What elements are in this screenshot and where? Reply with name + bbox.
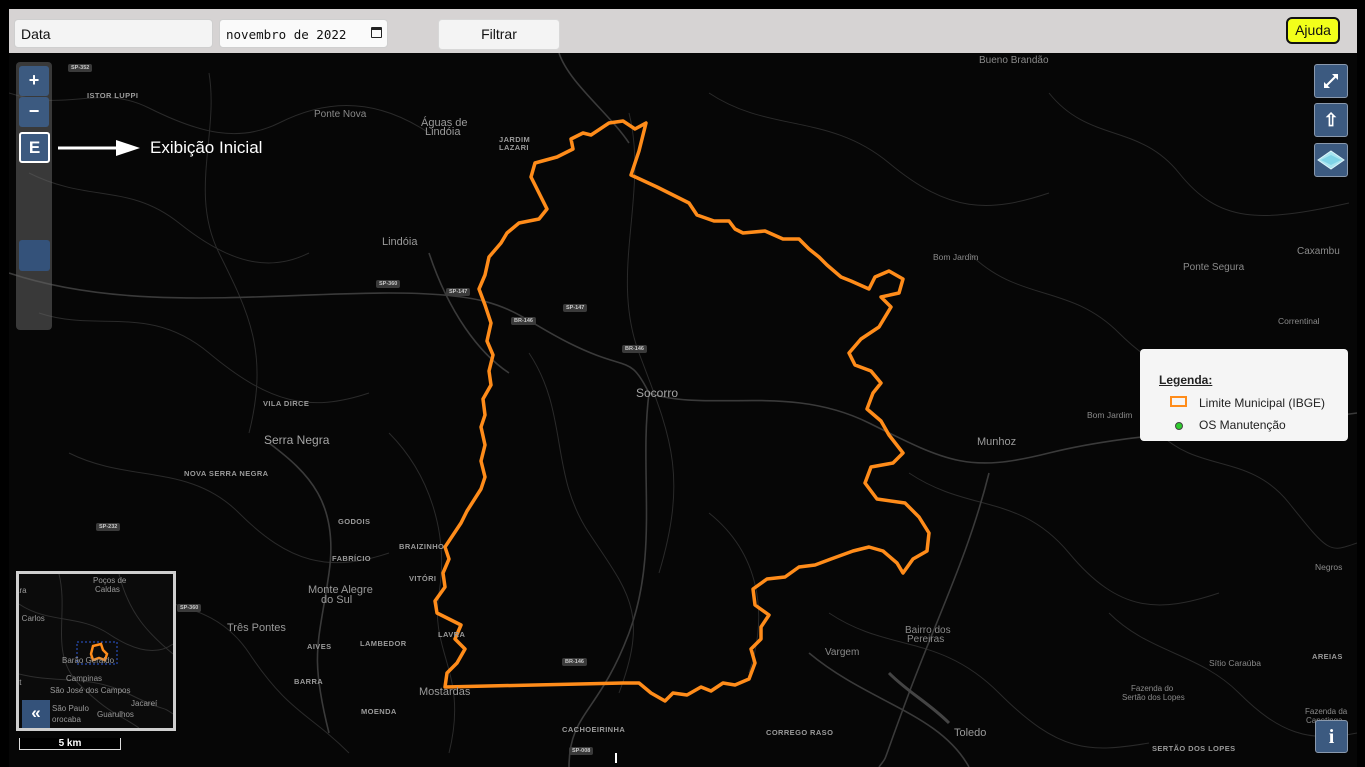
legend-label: Limite Municipal (IBGE) [1199, 396, 1326, 410]
place-label: Bom Jardim [1087, 410, 1133, 420]
legend-item: Limite Municipal (IBGE) [1159, 396, 1348, 418]
filter-button[interactable]: Filtrar [438, 19, 560, 50]
place-label: GODOIS [338, 517, 371, 526]
place-label: Munhoz [977, 436, 1017, 448]
place-label: Ponte Segura [1183, 262, 1245, 273]
zoom-slider-handle[interactable] [19, 240, 50, 271]
place-label: AREIAS [1312, 652, 1343, 661]
place-label: Lindóia [382, 236, 418, 248]
municipal-boundary[interactable] [433, 119, 931, 703]
road-shield: SP-147 [446, 288, 471, 296]
date-label-field[interactable]: Data [14, 19, 213, 48]
legend-title: Legenda: [1159, 373, 1213, 387]
zoom-out-button[interactable]: − [19, 97, 49, 127]
previous-extent-button[interactable]: ⇧ [1314, 103, 1348, 137]
info-button[interactable]: i [1315, 720, 1348, 753]
place-label: CORREGO RASO [766, 728, 834, 737]
road-shield: BR-146 [511, 317, 536, 325]
road-shield: SP-232 [96, 523, 121, 531]
road-shield: SP-352 [68, 64, 93, 72]
place-label: do Sul [321, 594, 353, 606]
overview-place-label: Guarulhos [97, 710, 134, 719]
place-label: BARRA [294, 677, 324, 686]
green-dot-icon [1175, 422, 1183, 430]
legend-item: OS Manutenção [1159, 418, 1348, 440]
legend-panel: Legenda: Limite Municipal (IBGE) OS Manu… [1140, 349, 1348, 441]
arrow-right-icon [58, 140, 140, 156]
place-label: CACHOEIRINHA [562, 725, 626, 734]
layers-icon [1317, 150, 1345, 170]
cursor-marker [615, 753, 617, 763]
scale-bar: 5 km [19, 738, 121, 750]
overview-place-label: ara [16, 586, 27, 595]
place-label: AIVES [307, 642, 332, 651]
place-label: MOENDA [361, 707, 397, 716]
place-label: Ponte Nova [314, 109, 367, 120]
place-label: Toledo [954, 727, 987, 739]
place-label: Fazenda do [1131, 684, 1174, 693]
place-label: LAMBEDOR [360, 639, 407, 648]
place-label: LAVRA [438, 630, 466, 639]
fullscreen-button[interactable] [1314, 64, 1348, 98]
overview-place-label: Campinas [66, 674, 103, 683]
zoom-in-button[interactable]: + [19, 66, 49, 96]
basemap-layers-button[interactable] [1314, 143, 1348, 177]
place-label: ISTOR LUPPI [87, 91, 139, 100]
overview-place-label: São Paulo [52, 704, 89, 713]
calendar-icon[interactable] [371, 27, 382, 38]
road-shield: SP-147 [563, 304, 588, 312]
month-value: novembro de 2022 [226, 27, 347, 42]
place-label: Sertão dos Lopes [1122, 693, 1185, 702]
overview-place-label: Poços de [93, 576, 127, 585]
overview-place-label: n Carlos [16, 614, 45, 623]
place-label: Bom Jardim [933, 252, 979, 262]
place-label: Socorro [636, 386, 679, 400]
month-input[interactable]: novembro de 2022 [219, 19, 388, 48]
place-label: Caxambu [1297, 246, 1340, 257]
place-label: Três Pontes [227, 622, 286, 634]
place-label: VILA DIRCE [263, 399, 310, 408]
place-label: Fazenda da [1305, 707, 1348, 716]
place-label: Lindóia [425, 126, 461, 138]
place-label: Mostardas [419, 686, 471, 698]
road-shield: SP-360 [376, 280, 401, 288]
place-label: Pereiras [907, 634, 945, 645]
place-label: Vargem [825, 647, 860, 658]
place-label: VITÓRI [409, 574, 437, 583]
boundary-swatch-icon [1170, 396, 1187, 407]
initial-view-caption: Exibição Inicial [150, 138, 263, 157]
overview-place-label: Caldas [95, 585, 120, 594]
place-label: Bueno Brandão [979, 55, 1049, 66]
map-application: Data novembro de 2022 Filtrar Ajuda Buen… [0, 0, 1365, 767]
road-shield: BR-146 [622, 345, 647, 353]
overview-place-label: lat [19, 678, 22, 687]
road-shield: SP-360 [177, 604, 202, 612]
initial-view-button[interactable]: E [19, 132, 50, 163]
overview-place-label: Jacareí [131, 699, 158, 708]
overview-place-label: São José dos Campos [50, 686, 131, 695]
overview-map[interactable]: Poços de Caldas ara n Carlos Barão Geral… [16, 571, 176, 731]
help-button[interactable]: Ajuda [1286, 17, 1340, 44]
road-shield: BR-146 [562, 658, 587, 666]
place-label: BRAIZINHO [399, 542, 445, 551]
place-label: Sítio Caraúba [1209, 658, 1261, 668]
collapse-overview-button[interactable]: « [22, 700, 50, 728]
place-label: LAZARI [499, 143, 529, 152]
filter-toolbar: Data novembro de 2022 Filtrar Ajuda [9, 9, 1357, 53]
place-label: SERTÃO DOS LOPES [1152, 744, 1236, 753]
place-label: Negros [1315, 562, 1343, 572]
place-label: FABRÍCIO [332, 554, 372, 563]
place-label: NOVA SERRA NEGRA [184, 469, 269, 478]
road-shield: SP-008 [569, 747, 594, 755]
arrow-up-icon: ⇧ [1323, 110, 1339, 130]
legend-label: OS Manutenção [1199, 418, 1286, 432]
overview-place-label: Barão Geraldo [62, 656, 115, 665]
place-label: Serra Negra [264, 433, 330, 447]
overview-place-label: orocaba [52, 715, 81, 724]
place-label: Correntinal [1278, 316, 1320, 326]
expand-icon [1324, 74, 1338, 88]
